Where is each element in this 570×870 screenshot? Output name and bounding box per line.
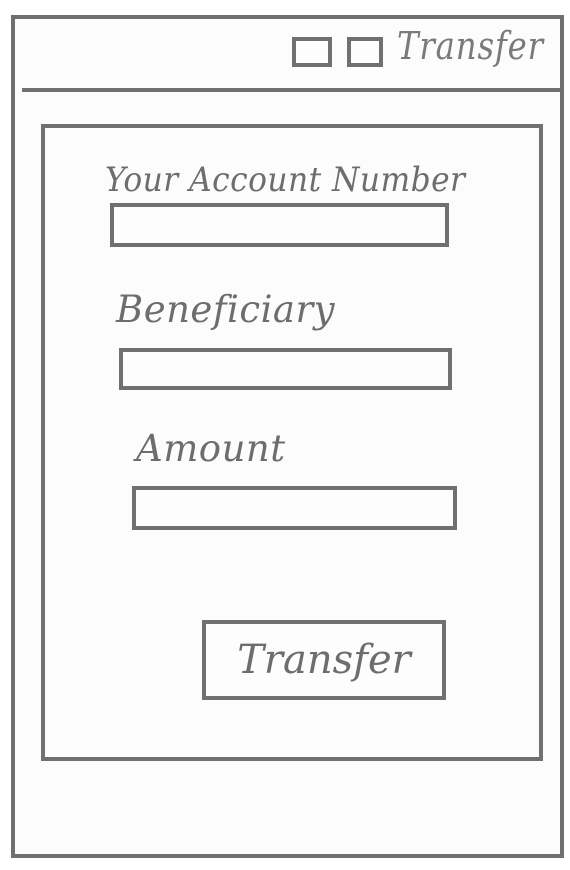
window-title: Transfer <box>397 24 544 68</box>
maximize-button[interactable] <box>347 37 383 67</box>
beneficiary-label: Beneficiary <box>116 288 336 331</box>
title-bar-divider <box>22 88 562 92</box>
account-number-input[interactable] <box>110 203 449 247</box>
amount-input[interactable] <box>132 486 457 530</box>
minimize-button[interactable] <box>292 37 332 67</box>
amount-label: Amount <box>136 427 286 470</box>
transfer-button[interactable]: Transfer <box>202 620 446 700</box>
beneficiary-input[interactable] <box>119 348 452 390</box>
account-number-label: Your Account Number <box>105 160 466 200</box>
